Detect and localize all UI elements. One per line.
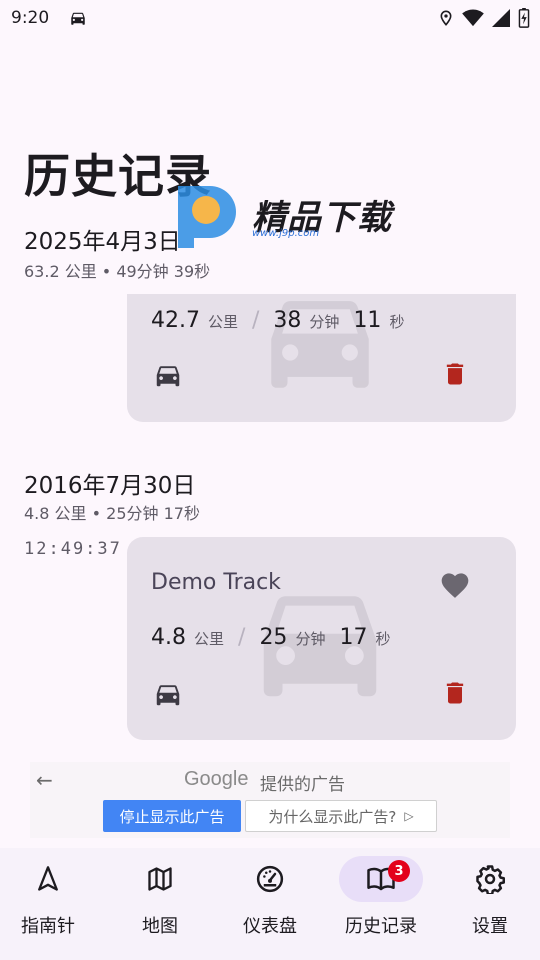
trash-icon[interactable]: [441, 358, 469, 394]
heart-icon[interactable]: [439, 569, 471, 603]
nav-label: 设置: [472, 916, 508, 937]
trash-icon[interactable]: [441, 677, 469, 713]
nav-label: 仪表盘: [243, 916, 297, 937]
nav-icon-container: [448, 856, 532, 902]
map-icon: [148, 867, 172, 891]
seconds-unit: 秒: [375, 630, 391, 648]
watermark-logo-icon: [178, 186, 236, 248]
stat-separator: /: [252, 308, 260, 333]
track-time: 12:49:37: [24, 539, 122, 559]
group-summary: 63.2 公里 • 49分钟 39秒: [24, 262, 211, 281]
status-icons: [438, 8, 530, 32]
notification-badge: 3: [388, 860, 410, 882]
track-minutes: 38: [273, 308, 302, 333]
distance-unit: 公里: [207, 313, 238, 331]
track-minutes: 25: [259, 625, 288, 650]
track-card[interactable]: 42.7 公里 / 38 分钟 11 秒: [127, 294, 516, 422]
nav-label: 指南针: [21, 916, 75, 937]
status-time: 9:20: [11, 8, 50, 28]
group-date: 2025年4月3日: [24, 229, 181, 255]
distance-unit: 公里: [194, 630, 225, 648]
compass-icon: [38, 866, 58, 891]
group-summary: 4.8 公里 • 25分钟 17秒: [24, 504, 200, 523]
track-title: Demo Track: [151, 570, 281, 595]
nav-icon-container: 3: [339, 856, 423, 902]
watermark: 精品下载 www.j9p.com: [172, 178, 402, 248]
ad-why-button[interactable]: 为什么显示此广告? ▷: [245, 800, 437, 832]
track-distance: 42.7: [151, 308, 200, 333]
nav-item-history[interactable]: 3 历史记录: [327, 856, 435, 946]
nav-label: 历史记录: [345, 916, 417, 937]
ad-banner: ← Google 提供的广告 停止显示此广告 为什么显示此广告? ▷: [30, 762, 510, 838]
stat-separator: /: [238, 625, 246, 650]
nav-item-compass[interactable]: 指南针: [0, 856, 102, 946]
ad-provided-label: 提供的广告: [260, 775, 345, 795]
watermark-url: www.j9p.com: [252, 228, 320, 239]
track-stats: 42.7 公里 / 38 分钟 11 秒: [151, 308, 418, 333]
track-card[interactable]: Demo Track 4.8 公里 / 25 分钟 17 秒: [127, 537, 516, 740]
nav-icon-container: [6, 856, 90, 902]
nav-item-dashboard[interactable]: 仪表盘: [216, 856, 324, 946]
car-icon: [153, 679, 183, 713]
seconds-unit: 秒: [389, 313, 405, 331]
track-distance: 4.8: [151, 625, 186, 650]
track-stats: 4.8 公里 / 25 分钟 17 秒: [151, 625, 404, 650]
minutes-unit: 分钟: [309, 313, 340, 331]
nav-item-settings[interactable]: 设置: [436, 856, 540, 946]
battery-charging-icon: [518, 8, 530, 32]
ad-stop-button[interactable]: 停止显示此广告: [103, 800, 241, 832]
nav-icon-container: [118, 856, 202, 902]
car-icon: [153, 360, 183, 394]
group-date: 2016年7月30日: [24, 473, 196, 499]
car-icon: [68, 9, 88, 31]
ad-choices-icon: ▷: [404, 809, 414, 823]
track-seconds: 17: [339, 625, 368, 650]
minutes-unit: 分钟: [295, 630, 326, 648]
gear-icon: [476, 865, 505, 894]
status-bar: 9:20: [0, 0, 540, 38]
ad-stop-label: 停止显示此广告: [119, 807, 225, 826]
bottom-nav: 指南针 地图 仪表盘 3 历史记录 设置: [0, 848, 540, 960]
nav-icon-container: [228, 856, 312, 902]
wifi-icon: [462, 9, 484, 31]
signal-icon: [492, 9, 510, 31]
nav-label: 地图: [142, 916, 178, 937]
ad-google-label: Google: [184, 768, 249, 790]
nav-item-map[interactable]: 地图: [106, 856, 214, 946]
location-icon: [438, 8, 454, 32]
speedometer-icon: [256, 865, 284, 893]
ad-why-label: 为什么显示此广告?: [268, 807, 397, 826]
ad-back-arrow-icon[interactable]: ←: [36, 768, 53, 792]
track-seconds: 11: [353, 308, 382, 333]
